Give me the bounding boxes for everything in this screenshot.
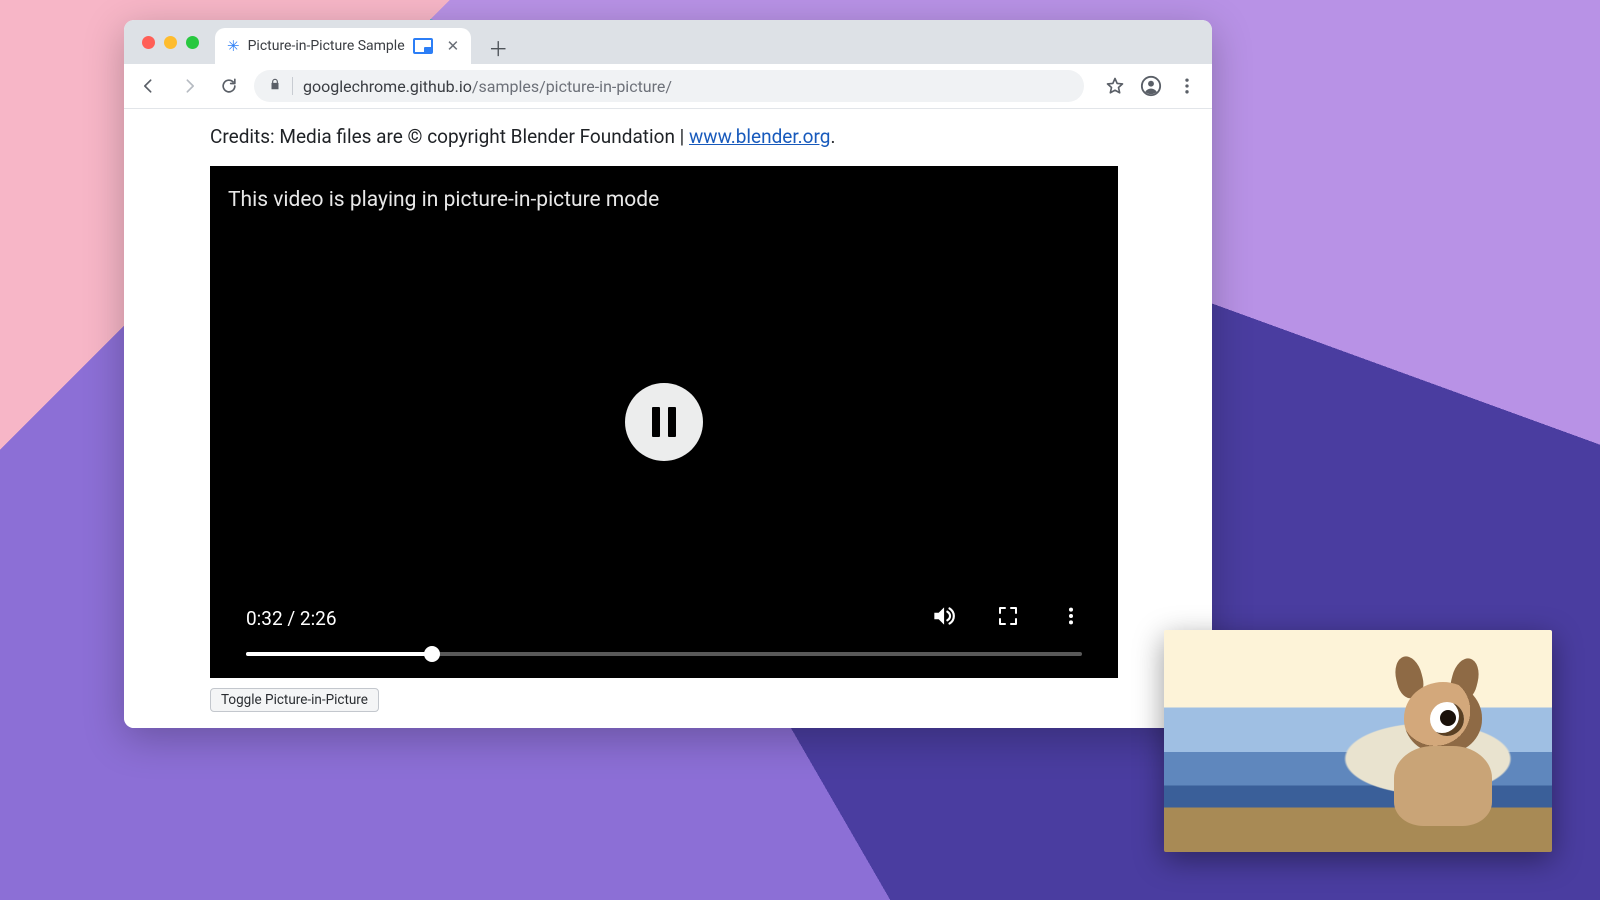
nav-reload-button[interactable] [214, 71, 244, 101]
more-vert-icon [1060, 605, 1082, 627]
lock-icon [268, 77, 282, 95]
arrow-right-icon [179, 76, 199, 96]
omnibox-separator [292, 77, 293, 95]
address-bar[interactable]: googlechrome.github.io/samples/picture-i… [254, 70, 1084, 102]
video-time-display: 0:32 / 2:26 [246, 607, 337, 630]
tab-title: Picture-in-Picture Sample [248, 38, 405, 54]
video-volume-button[interactable] [930, 603, 956, 634]
tab-pip-indicator-icon [413, 38, 433, 54]
tab-close-button[interactable]: ✕ [447, 39, 460, 54]
tab-strip: ✳︎ Picture-in-Picture Sample ✕ ＋ [124, 20, 1212, 64]
pip-window[interactable] [1164, 630, 1552, 852]
credits-line: Credits: Media files are © copyright Ble… [210, 125, 1118, 148]
arrow-left-icon [139, 76, 159, 96]
fullscreen-icon [996, 604, 1020, 628]
video-progress-bar[interactable] [246, 652, 1082, 656]
window-close-button[interactable] [142, 36, 155, 49]
desktop-wallpaper: ✳︎ Picture-in-Picture Sample ✕ ＋ [0, 0, 1600, 900]
window-controls [136, 20, 209, 64]
window-minimize-button[interactable] [164, 36, 177, 49]
video-overlay-text: This video is playing in picture-in-pict… [228, 188, 659, 212]
browser-toolbar: googlechrome.github.io/samples/picture-i… [124, 64, 1212, 109]
window-zoom-button[interactable] [186, 36, 199, 49]
pip-video-frame [1370, 660, 1510, 820]
toggle-pip-button[interactable]: Toggle Picture-in-Picture [210, 688, 379, 712]
video-more-button[interactable] [1060, 605, 1082, 632]
chrome-menu-button[interactable] [1172, 71, 1202, 101]
page-viewport: Credits: Media files are © copyright Ble… [124, 109, 1212, 728]
nav-forward-button[interactable] [174, 71, 204, 101]
credits-link[interactable]: www.blender.org [689, 125, 830, 148]
video-pause-button[interactable] [625, 383, 703, 461]
browser-window: ✳︎ Picture-in-Picture Sample ✕ ＋ [124, 20, 1212, 728]
video-current-time: 0:32 [246, 607, 283, 630]
video-progress-filled [246, 652, 432, 656]
video-player[interactable]: This video is playing in picture-in-pict… [210, 166, 1118, 678]
account-circle-icon [1140, 75, 1162, 97]
video-controls: 0:32 / 2:26 [210, 603, 1118, 678]
pause-icon [652, 407, 676, 437]
profile-button[interactable] [1136, 71, 1166, 101]
bookmark-star-button[interactable] [1100, 71, 1130, 101]
credits-suffix: . [830, 125, 835, 148]
url-path: /samples/picture-in-picture/ [472, 77, 672, 96]
star-icon [1105, 76, 1125, 96]
volume-icon [930, 603, 956, 629]
url-text: googlechrome.github.io/samples/picture-i… [303, 77, 672, 96]
video-time-separator: / [283, 607, 300, 630]
credits-prefix: Credits: Media files are © copyright Ble… [210, 125, 689, 148]
reload-icon [219, 76, 239, 96]
toolbar-right [1100, 71, 1202, 101]
url-host: googlechrome.github.io [303, 77, 472, 96]
new-tab-button[interactable]: ＋ [481, 30, 515, 64]
video-progress-thumb[interactable] [424, 646, 440, 662]
more-vert-icon [1177, 76, 1197, 96]
video-fullscreen-button[interactable] [996, 604, 1020, 633]
nav-back-button[interactable] [134, 71, 164, 101]
page-content: Credits: Media files are © copyright Ble… [210, 125, 1118, 712]
video-duration: 2:26 [300, 607, 337, 630]
tab-favicon-icon: ✳︎ [227, 39, 240, 54]
browser-tab[interactable]: ✳︎ Picture-in-Picture Sample ✕ [215, 28, 471, 64]
